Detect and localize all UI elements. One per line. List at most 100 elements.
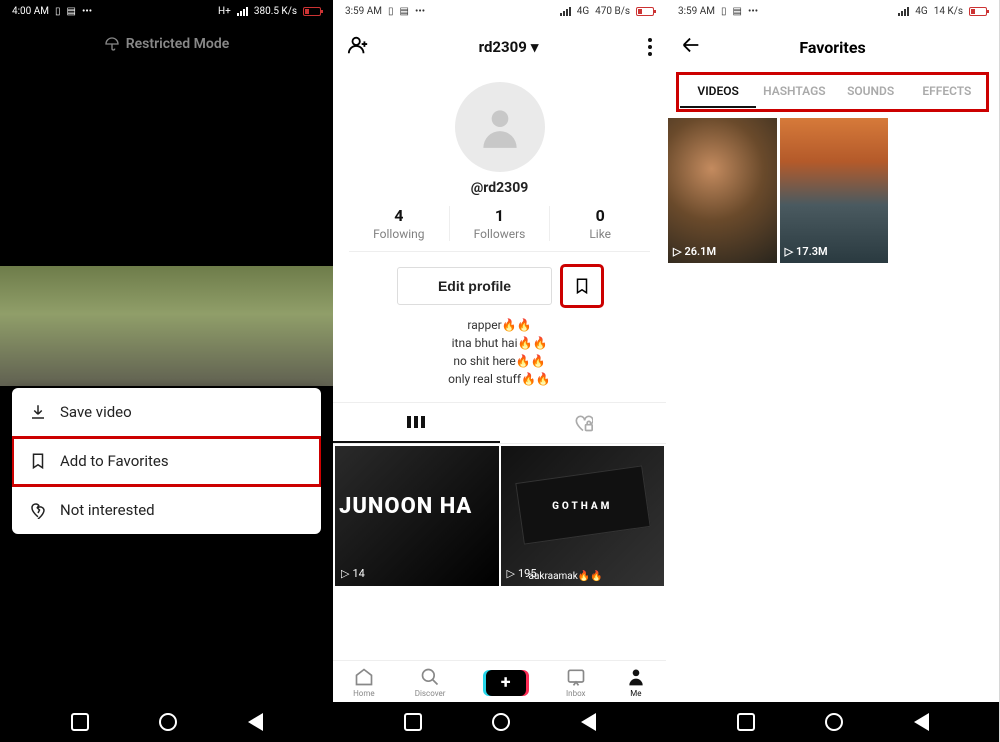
chevron-down-icon: ▾ <box>531 38 539 56</box>
person-icon <box>626 667 646 687</box>
bio: rapper🔥🔥 itna bhut hai🔥🔥 no shit here🔥🔥 … <box>333 316 666 388</box>
create-button[interactable]: + <box>486 670 526 696</box>
nav-discover[interactable]: Discover <box>415 667 446 698</box>
restricted-mode-row[interactable]: Restricted Mode <box>0 22 333 66</box>
username: @rd2309 <box>333 180 666 196</box>
feed-item[interactable]: GOTHAM ▷ 195 aakraamak🔥🔥 <box>501 446 665 586</box>
favorites-header: Favorites <box>666 22 999 72</box>
screen-video-longpress: 4:00 AM ▯ ▤ ••• H+ 380.5 K/s Restricted … <box>0 0 333 742</box>
nav-home[interactable]: Home <box>353 667 375 698</box>
android-nav-bar <box>0 702 333 742</box>
feed-item[interactable]: JUNOON HA ▷ 14 <box>335 446 499 586</box>
menu-save-video[interactable]: Save video <box>12 388 321 437</box>
feed-overlay-caption: aakraamak🔥🔥 <box>529 571 603 582</box>
feed-caption: GOTHAM <box>505 501 661 512</box>
download-icon <box>28 402 48 422</box>
status-sim-icon: ▯ <box>721 6 727 17</box>
views-count: 14 <box>352 567 364 580</box>
nav-recent-icon[interactable] <box>737 713 755 731</box>
stat-label: Like <box>550 227 650 241</box>
stat-like[interactable]: 0 Like <box>549 206 650 241</box>
battery-icon <box>969 7 987 16</box>
person-icon <box>475 102 525 152</box>
menu-add-favorites[interactable]: Add to Favorites <box>12 437 321 486</box>
views-count: 26.1M <box>684 245 716 258</box>
profile-tabs <box>333 402 666 444</box>
nav-back-icon[interactable] <box>248 713 263 731</box>
nav-recent-icon[interactable] <box>71 713 89 731</box>
views-badge: ▷ 14 <box>341 567 365 580</box>
menu-not-interested[interactable]: Not interested <box>12 486 321 534</box>
stat-value: 1 <box>450 206 550 225</box>
bookmark-icon <box>28 451 48 471</box>
nav-label: Me <box>630 689 641 698</box>
menu-save-label: Save video <box>60 403 132 421</box>
views-badge: ▷ 17.3M <box>785 245 828 258</box>
menu-favorite-label: Add to Favorites <box>60 452 169 470</box>
tab-videos[interactable]: VIDEOS <box>680 76 756 108</box>
search-icon <box>420 667 440 687</box>
stat-following[interactable]: 4 Following <box>349 206 449 241</box>
favorites-grid: ▷ 26.1M ▷ 17.3M <box>666 112 999 269</box>
status-bar: 3:59 AM ▯ ▤ ••• 4G 470 B/s <box>333 0 666 22</box>
status-net-rate: 470 B/s <box>595 6 630 17</box>
status-sim-icon: ▯ <box>55 6 61 17</box>
page-title: Favorites <box>702 38 963 57</box>
nav-label: Discover <box>415 689 446 698</box>
nav-recent-icon[interactable] <box>404 713 422 731</box>
video-preview <box>0 266 333 386</box>
nav-back-icon[interactable] <box>581 713 596 731</box>
nav-home-icon[interactable] <box>159 713 177 731</box>
tab-hashtags[interactable]: HASHTAGS <box>756 76 832 108</box>
avatar[interactable] <box>455 82 545 172</box>
stat-followers[interactable]: 1 Followers <box>449 206 550 241</box>
video-area[interactable]: Save video Add to Favorites Not interest… <box>0 66 333 702</box>
add-friend-button[interactable] <box>347 34 369 60</box>
play-icon: ▷ <box>507 567 515 580</box>
status-bar: 3:59 AM ▯ ▤ ••• 4G 14 K/s <box>666 0 999 22</box>
nav-label: Inbox <box>566 689 586 698</box>
nav-back-icon[interactable] <box>914 713 929 731</box>
nav-me[interactable]: Me <box>626 667 646 698</box>
favorites-button[interactable] <box>562 266 602 306</box>
longpress-menu: Save video Add to Favorites Not interest… <box>12 388 321 534</box>
favorites-tabs: VIDEOS HASHTAGS SOUNDS EFFECTS <box>676 72 989 112</box>
tab-liked[interactable] <box>500 403 667 443</box>
status-time: 4:00 AM <box>12 6 49 17</box>
tab-sounds[interactable]: SOUNDS <box>833 76 909 108</box>
profile-header: rd2309 ▾ <box>333 22 666 72</box>
android-nav-bar <box>333 702 666 742</box>
status-notif-icon: ▤ <box>67 6 76 17</box>
edit-row: Edit profile <box>349 266 650 306</box>
bookmark-icon <box>573 277 591 295</box>
broken-heart-icon <box>28 500 48 520</box>
umbrella-icon <box>104 36 120 52</box>
edit-profile-button[interactable]: Edit profile <box>397 267 552 305</box>
battery-icon <box>303 7 321 16</box>
feed-caption: JUNOON HA <box>339 494 495 519</box>
status-notif-icon: ▤ <box>733 6 742 17</box>
signal-icon <box>898 7 909 16</box>
restricted-mode-label: Restricted Mode <box>126 36 230 52</box>
views-count: 17.3M <box>796 245 828 258</box>
menu-not-interested-label: Not interested <box>60 501 155 519</box>
status-more-icon: ••• <box>415 6 425 17</box>
tab-feed[interactable] <box>333 403 500 443</box>
nav-home-icon[interactable] <box>492 713 510 731</box>
nav-home-icon[interactable] <box>825 713 843 731</box>
favorite-item[interactable]: ▷ 17.3M <box>780 118 889 263</box>
stats-row: 4 Following 1 Followers 0 Like <box>349 206 650 252</box>
favorite-item[interactable]: ▷ 26.1M <box>668 118 777 263</box>
profile-title[interactable]: rd2309 ▾ <box>479 38 539 56</box>
nav-inbox[interactable]: Inbox <box>566 667 586 698</box>
bottom-nav: Home Discover + Inbox Me <box>333 660 666 702</box>
tab-effects[interactable]: EFFECTS <box>909 76 985 108</box>
back-button[interactable] <box>680 34 702 60</box>
stat-value: 0 <box>550 206 650 225</box>
bio-line: rapper🔥🔥 <box>333 316 666 334</box>
signal-icon <box>237 7 248 16</box>
feed-grid: JUNOON HA ▷ 14 GOTHAM ▷ 195 aakraamak🔥🔥 <box>333 444 666 588</box>
status-more-icon: ••• <box>748 6 758 17</box>
more-menu-button[interactable] <box>648 38 652 56</box>
status-time: 3:59 AM <box>345 6 382 17</box>
